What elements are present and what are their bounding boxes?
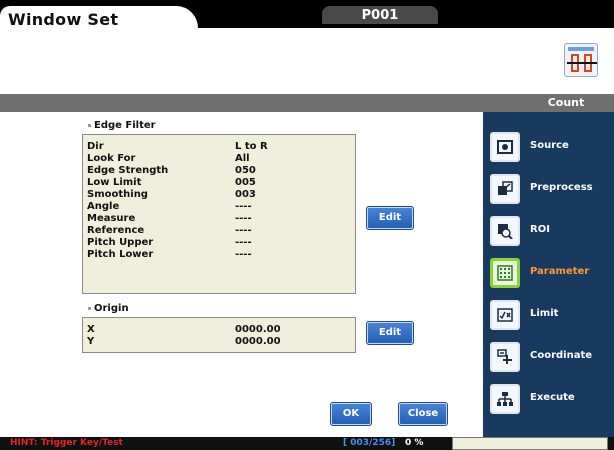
sidebar-item-label: Source — [530, 140, 569, 151]
window-title: Window Set — [8, 10, 119, 29]
edge-filter-title: Edge Filter — [94, 120, 156, 131]
sidebar-item-preprocess[interactable]: Preprocess — [483, 173, 614, 205]
edge-filter-edit-button[interactable]: Edit — [366, 206, 414, 230]
sidebar-item-label: Parameter — [530, 266, 590, 277]
counter-icon[interactable] — [564, 43, 598, 77]
coordinate-icon — [490, 342, 520, 372]
header-area — [0, 28, 614, 94]
sidebar-item-source[interactable]: Source — [483, 131, 614, 163]
sidebar-item-limit[interactable]: Limit — [483, 299, 614, 331]
parameter-icon — [490, 258, 520, 288]
hint-text: HINT: Trigger Key/Test — [10, 438, 123, 448]
count-label: Count — [547, 96, 585, 109]
section-strip — [0, 94, 614, 112]
sidebar-item-parameter[interactable]: Parameter — [483, 257, 614, 289]
edge-filter-heading: Edge Filter — [88, 120, 156, 131]
program-id: P001 — [322, 6, 438, 24]
sidebar-item-roi[interactable]: ROI — [483, 215, 614, 247]
sidebar-item-execute[interactable]: Execute — [483, 383, 614, 415]
ok-button[interactable]: OK — [330, 402, 372, 426]
origin-title: Origin — [94, 303, 129, 314]
limit-icon — [490, 300, 520, 330]
preprocess-icon — [490, 174, 520, 204]
image-counter: [ 003/256] — [343, 438, 396, 448]
parameter-content: Edge Filter Dir L to R Look For All Edge S… — [0, 112, 483, 437]
sidebar-item-label: ROI — [530, 224, 550, 235]
close-button[interactable]: Close — [398, 402, 448, 426]
roi-icon — [490, 216, 520, 246]
sidebar-item-label: Preprocess — [530, 182, 593, 193]
window-set-screen: Window Set P001 Count Edge Filter Dir L t… — [0, 0, 614, 450]
origin-edit-button[interactable]: Edit — [366, 321, 414, 345]
sidebar-item-label: Coordinate — [530, 350, 593, 361]
execute-icon — [490, 384, 520, 414]
status-message-box — [452, 437, 608, 450]
sidebar-item-coordinate[interactable]: Coordinate — [483, 341, 614, 373]
edge-filter-panel: Dir L to R Look For All Edge Strength 050 L… — [82, 134, 356, 294]
sidebar-item-label: Execute — [530, 392, 575, 403]
origin-panel: X 0000.00 Y 0000.00 — [82, 317, 356, 353]
progress-percent: 0 % — [405, 438, 424, 448]
sidebar-item-label: Limit — [530, 308, 559, 319]
sidebar: Source Preprocess ROI Parameter Limit Co… — [483, 112, 614, 437]
origin-heading: Origin — [88, 303, 129, 314]
source-icon — [490, 132, 520, 162]
